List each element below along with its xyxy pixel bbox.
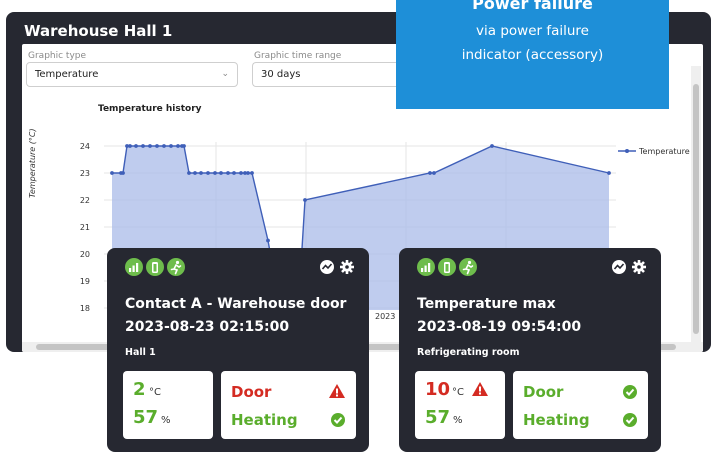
data-point	[176, 144, 180, 148]
measurement-box: 10 °C 57 %	[415, 371, 505, 439]
sensor-card-contact-a[interactable]: Contact A - Warehouse door 2023-08-23 02…	[107, 248, 369, 452]
measurement-box: 2 °C 57 %	[123, 371, 213, 439]
card-location: Refrigerating room	[417, 347, 520, 358]
check-circle-icon	[623, 413, 637, 427]
sensor-card-temperature-max[interactable]: Temperature max 2023-08-19 09:54:00 Refr…	[399, 248, 661, 452]
data-point	[206, 171, 210, 175]
battery-icon	[438, 258, 456, 276]
humidity-unit: %	[453, 415, 463, 426]
data-point	[490, 144, 494, 148]
card-date: 2023-08-19 09:54:00	[417, 319, 582, 335]
temperature-unit: °C	[452, 387, 464, 398]
status-box: Door Heating	[513, 371, 648, 439]
card-title: Temperature max	[417, 296, 556, 312]
data-point	[303, 198, 307, 202]
data-point	[141, 144, 145, 148]
signal-icon	[125, 258, 143, 276]
signal-icon	[417, 258, 435, 276]
running-person-icon	[459, 258, 477, 276]
y-tick-label: 24	[80, 142, 90, 151]
humidity-value: 57	[133, 407, 159, 428]
check-circle-icon	[331, 413, 345, 427]
stage: Warehouse Hall 1 Graphic type Temperatur…	[0, 0, 714, 452]
banner-line-2: via power failure	[476, 23, 589, 39]
heating-status-label: Heating	[231, 411, 298, 429]
door-status-label: Door	[231, 383, 272, 401]
temperature-value: 2	[133, 379, 146, 400]
chart-history-icon[interactable]	[611, 258, 627, 276]
data-point	[169, 144, 173, 148]
card-date: 2023-08-23 02:15:00	[125, 319, 290, 335]
heating-status-label: Heating	[523, 411, 590, 429]
temperature-unit: °C	[149, 387, 161, 398]
data-point	[199, 171, 203, 175]
data-point	[266, 238, 270, 243]
data-point	[110, 171, 114, 175]
banner-line-3: indicator (accessory)	[461, 47, 604, 63]
data-point	[250, 171, 254, 175]
running-person-icon	[167, 258, 185, 276]
data-point	[219, 171, 223, 175]
data-point	[162, 144, 166, 148]
data-point	[155, 144, 159, 148]
data-point	[187, 171, 191, 175]
data-point	[121, 171, 125, 175]
temperature-value: 10	[425, 379, 451, 400]
y-tick-label: 23	[80, 169, 90, 178]
status-box: Door Heating	[221, 371, 356, 439]
data-point	[226, 171, 230, 175]
y-tick-label: 19	[80, 277, 90, 286]
door-status-label: Door	[523, 383, 564, 401]
data-point	[246, 171, 250, 175]
data-point	[428, 171, 432, 175]
data-point	[239, 171, 243, 175]
humidity-unit: %	[161, 415, 171, 426]
data-point	[182, 144, 186, 148]
warning-icon	[472, 382, 488, 396]
y-tick-label: 18	[80, 304, 90, 313]
data-point	[134, 144, 138, 148]
humidity-value: 57	[425, 407, 451, 428]
data-point	[128, 144, 132, 148]
settings-gear-icon[interactable]	[339, 258, 355, 276]
warning-icon	[329, 384, 345, 398]
battery-icon	[146, 258, 164, 276]
data-point	[213, 171, 217, 175]
power-failure-banner: Power failure via power failure indicato…	[396, 0, 669, 109]
data-point	[607, 171, 611, 175]
y-tick-label: 20	[80, 250, 90, 259]
data-point	[193, 171, 197, 175]
x-tick-label: 2023	[375, 312, 395, 321]
legend-marker	[625, 149, 629, 153]
y-tick-label: 21	[80, 223, 90, 232]
chart-history-icon[interactable]	[319, 258, 335, 276]
card-location: Hall 1	[125, 347, 156, 358]
card-title: Contact A - Warehouse door	[125, 296, 347, 312]
data-point	[432, 171, 436, 175]
settings-gear-icon[interactable]	[631, 258, 647, 276]
banner-heading: Power failure	[472, 0, 593, 13]
y-tick-label: 22	[80, 196, 90, 205]
data-point	[232, 171, 236, 175]
check-circle-icon	[623, 385, 637, 399]
legend-label: Temperature	[638, 147, 690, 156]
data-point	[148, 144, 152, 148]
